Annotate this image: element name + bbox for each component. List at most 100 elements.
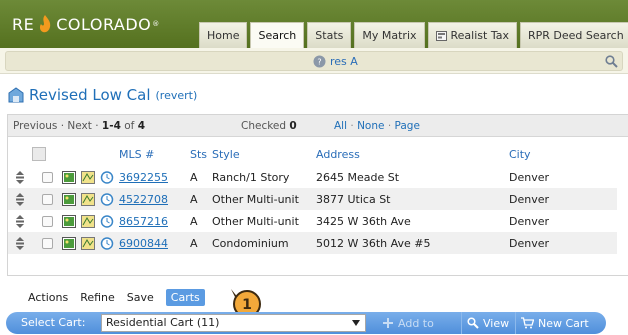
drag-handle-icon[interactable]	[8, 232, 32, 254]
history-icon[interactable]	[100, 166, 119, 188]
svg-text:?: ?	[317, 58, 321, 67]
city-cell: Denver	[509, 166, 617, 188]
row-checkbox[interactable]	[32, 166, 62, 188]
pager-range: 1-4	[101, 120, 121, 132]
results-panel: Previous · Next · 1-4 of 4 Checked 0 All…	[7, 114, 628, 276]
drag-handle-icon[interactable]	[8, 188, 32, 210]
table-row[interactable]: 6900844 A Condominium 5012 W 36th Ave #5…	[8, 232, 617, 254]
view-cart-button[interactable]: View	[461, 312, 514, 334]
address-cell: 3877 Utica St	[316, 188, 509, 210]
view-label: View	[483, 316, 510, 330]
status-cell: A	[190, 232, 212, 254]
column-header-sts[interactable]: Sts	[190, 142, 212, 166]
photo-icon[interactable]	[62, 210, 81, 232]
magnifier-icon	[467, 317, 479, 329]
tab-carts[interactable]: Carts	[165, 288, 205, 306]
select-none-link[interactable]: None	[357, 120, 384, 132]
mls-link[interactable]: 8657216	[119, 215, 168, 228]
previous-link[interactable]: Previous	[13, 120, 57, 132]
history-icon[interactable]	[100, 188, 119, 210]
address-cell: 3425 W 36th Ave	[316, 210, 509, 232]
selection-links: All · None · Page	[334, 120, 420, 132]
status-cell: A	[190, 188, 212, 210]
address-cell: 2645 Meade St	[316, 166, 509, 188]
cart-select-dropdown[interactable]: Residential Cart (11)	[101, 314, 366, 332]
tab-my-matrix[interactable]: My Matrix	[354, 22, 425, 48]
plus-icon	[383, 318, 393, 328]
mls-link[interactable]: 4522708	[119, 193, 168, 206]
column-header-mls[interactable]: MLS #	[119, 142, 190, 166]
mls-link[interactable]: 3692255	[119, 171, 168, 184]
pager-nav: Previous · Next · 1-4 of 4	[13, 120, 145, 132]
logo-text-re: RE	[12, 14, 35, 34]
photo-icon[interactable]	[62, 188, 81, 210]
tab-label: Home	[207, 29, 240, 42]
realist-icon	[435, 30, 447, 41]
row-checkbox[interactable]	[32, 232, 62, 254]
checked-value: 0	[289, 120, 297, 132]
cart-icon	[521, 317, 534, 329]
city-cell: Denver	[509, 188, 617, 210]
tab-rpr-deed-search[interactable]: RPR Deed Search	[519, 22, 628, 48]
pager-total: 4	[137, 120, 146, 132]
tab-label: My Matrix	[362, 29, 417, 42]
drag-handle-icon[interactable]	[8, 166, 32, 188]
drag-handle-icon[interactable]	[8, 210, 32, 232]
map-icon[interactable]	[81, 210, 100, 232]
page-title-row: Revised Low Cal (revert)	[7, 86, 197, 104]
tab-actions[interactable]: Actions	[28, 291, 68, 304]
address-cell: 5012 W 36th Ave #5	[316, 232, 509, 254]
table-row[interactable]: 3692255 A Ranch/1 Story 2645 Meade St De…	[8, 166, 617, 188]
search-query-text: res A	[330, 55, 358, 68]
column-header-address[interactable]: Address	[316, 142, 509, 166]
column-header-style[interactable]: Style	[212, 142, 316, 166]
tab-search[interactable]: Search	[250, 22, 305, 48]
city-cell: Denver	[509, 210, 617, 232]
column-header-city[interactable]: City	[509, 142, 617, 166]
tab-stats[interactable]: Stats	[307, 22, 352, 48]
magnifier-icon[interactable]	[605, 55, 618, 68]
callout-number: 1	[242, 297, 252, 313]
new-cart-label: New Cart	[538, 316, 589, 330]
selection-separator: ·	[387, 120, 392, 132]
tab-label: Stats	[315, 29, 344, 42]
saved-search-icon	[8, 87, 24, 103]
add-to-label: Add to	[398, 316, 434, 330]
add-to-cart-button[interactable]: Add to	[382, 312, 434, 334]
header-blank	[100, 142, 119, 166]
map-icon[interactable]	[81, 188, 100, 210]
row-checkbox[interactable]	[32, 188, 62, 210]
search-input[interactable]: ? res A	[5, 51, 623, 71]
new-cart-button[interactable]: New Cart	[515, 312, 594, 334]
photo-icon[interactable]	[62, 232, 81, 254]
photo-icon[interactable]	[62, 166, 81, 188]
select-all-checkbox[interactable]	[32, 147, 46, 161]
next-link[interactable]: Next	[67, 120, 91, 132]
selected-cart-value: Residential Cart (11)	[106, 316, 220, 329]
logo-text-colorado: COLORADO	[56, 14, 152, 34]
row-checkbox[interactable]	[32, 210, 62, 232]
tab-save[interactable]: Save	[127, 291, 154, 304]
recolorado-logo[interactable]: RE COLORADO ®	[12, 12, 160, 36]
tab-home[interactable]: Home	[199, 22, 248, 48]
style-cell: Other Multi-unit	[212, 210, 316, 232]
select-cart-label: Select Cart:	[21, 316, 86, 329]
tab-label: RPR Deed Search	[527, 29, 624, 42]
map-icon[interactable]	[81, 166, 100, 188]
revert-link[interactable]: (revert)	[156, 89, 198, 102]
table-header-row: MLS # Sts Style Address City	[8, 142, 617, 166]
select-page-link[interactable]: Page	[395, 120, 420, 132]
table-row[interactable]: 4522708 A Other Multi-unit 3877 Utica St…	[8, 188, 617, 210]
mls-link[interactable]: 6900844	[119, 237, 168, 250]
map-icon[interactable]	[81, 232, 100, 254]
style-cell: Condominium	[212, 232, 316, 254]
status-cell: A	[190, 166, 212, 188]
history-icon[interactable]	[100, 210, 119, 232]
query-icon: ?	[313, 55, 326, 68]
tab-realist-tax[interactable]: Realist Tax	[427, 22, 517, 48]
header-checkbox[interactable]	[32, 142, 62, 166]
table-row[interactable]: 8657216 A Other Multi-unit 3425 W 36th A…	[8, 210, 617, 232]
history-icon[interactable]	[100, 232, 119, 254]
select-all-link[interactable]: All	[334, 120, 347, 132]
tab-refine[interactable]: Refine	[80, 291, 115, 304]
